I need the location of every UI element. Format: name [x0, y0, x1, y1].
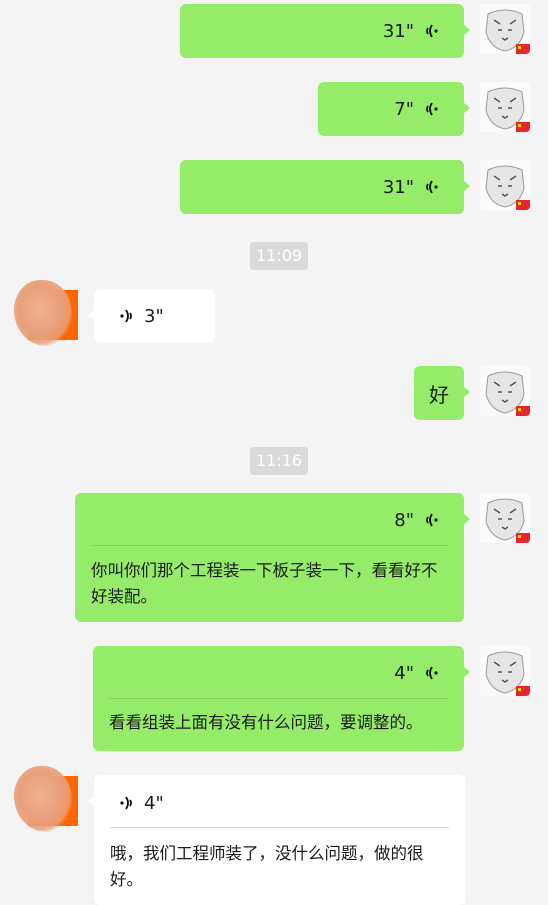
other-avatar[interactable]: [14, 280, 78, 346]
transcript-divider: [110, 827, 449, 828]
voice-wave-icon: [120, 309, 132, 323]
voice-wave-icon: [120, 796, 132, 810]
avatar-blur: [14, 280, 72, 346]
other-avatar[interactable]: [14, 766, 78, 832]
voice-wave-icon: [426, 666, 438, 680]
voice-duration: 31": [382, 176, 414, 198]
voice-duration: 3": [144, 305, 164, 327]
china-flag-icon: [516, 686, 530, 696]
voice-transcript: 看看组装上面有没有什么问题，要调整的。: [109, 713, 423, 732]
self-avatar[interactable]: [480, 493, 530, 543]
self-avatar[interactable]: [480, 82, 530, 132]
voice-message-bubble[interactable]: 31": [180, 4, 470, 58]
avatar-blur: [14, 766, 72, 832]
voice-message-bubble[interactable]: 31": [180, 160, 470, 214]
transcript-divider: [109, 698, 448, 699]
voice-message-bubble[interactable]: 4" 哦，我们工程师装了，没什么问题，做的很好。: [88, 775, 465, 905]
china-flag-icon: [516, 122, 530, 132]
voice-wave-icon: [426, 102, 438, 116]
voice-wave-icon: [426, 513, 438, 527]
china-flag-icon: [516, 200, 530, 210]
voice-message-bubble[interactable]: 7": [318, 82, 470, 136]
timestamp: 11:09: [250, 242, 309, 270]
message-text: 好: [429, 382, 449, 407]
china-flag-icon: [516, 44, 530, 54]
voice-transcript: 哦，我们工程师装了，没什么问题，做的很好。: [110, 844, 424, 889]
voice-duration: 4": [144, 792, 164, 814]
voice-transcript: 你叫你们那个工程装一下板子装一下，看看好不好装配。: [91, 561, 438, 606]
timestamp: 11:16: [250, 447, 309, 475]
china-flag-icon: [516, 406, 530, 416]
voice-duration: 31": [382, 20, 414, 42]
voice-duration: 4": [394, 662, 414, 684]
voice-message-bubble[interactable]: 8" 你叫你们那个工程装一下板子装一下，看看好不好装配。: [75, 493, 470, 622]
self-avatar[interactable]: [480, 4, 530, 54]
china-flag-icon: [516, 533, 530, 543]
text-message-bubble[interactable]: 好: [414, 366, 470, 420]
self-avatar[interactable]: [480, 646, 530, 696]
voice-duration: 8": [394, 509, 414, 531]
transcript-divider: [91, 545, 448, 546]
voice-wave-icon: [426, 24, 438, 38]
voice-wave-icon: [426, 180, 438, 194]
voice-message-bubble[interactable]: 3": [88, 289, 215, 343]
self-avatar[interactable]: [480, 366, 530, 416]
voice-duration: 7": [394, 98, 414, 120]
voice-message-bubble[interactable]: 4" 看看组装上面有没有什么问题，要调整的。: [93, 646, 470, 751]
self-avatar[interactable]: [480, 160, 530, 210]
